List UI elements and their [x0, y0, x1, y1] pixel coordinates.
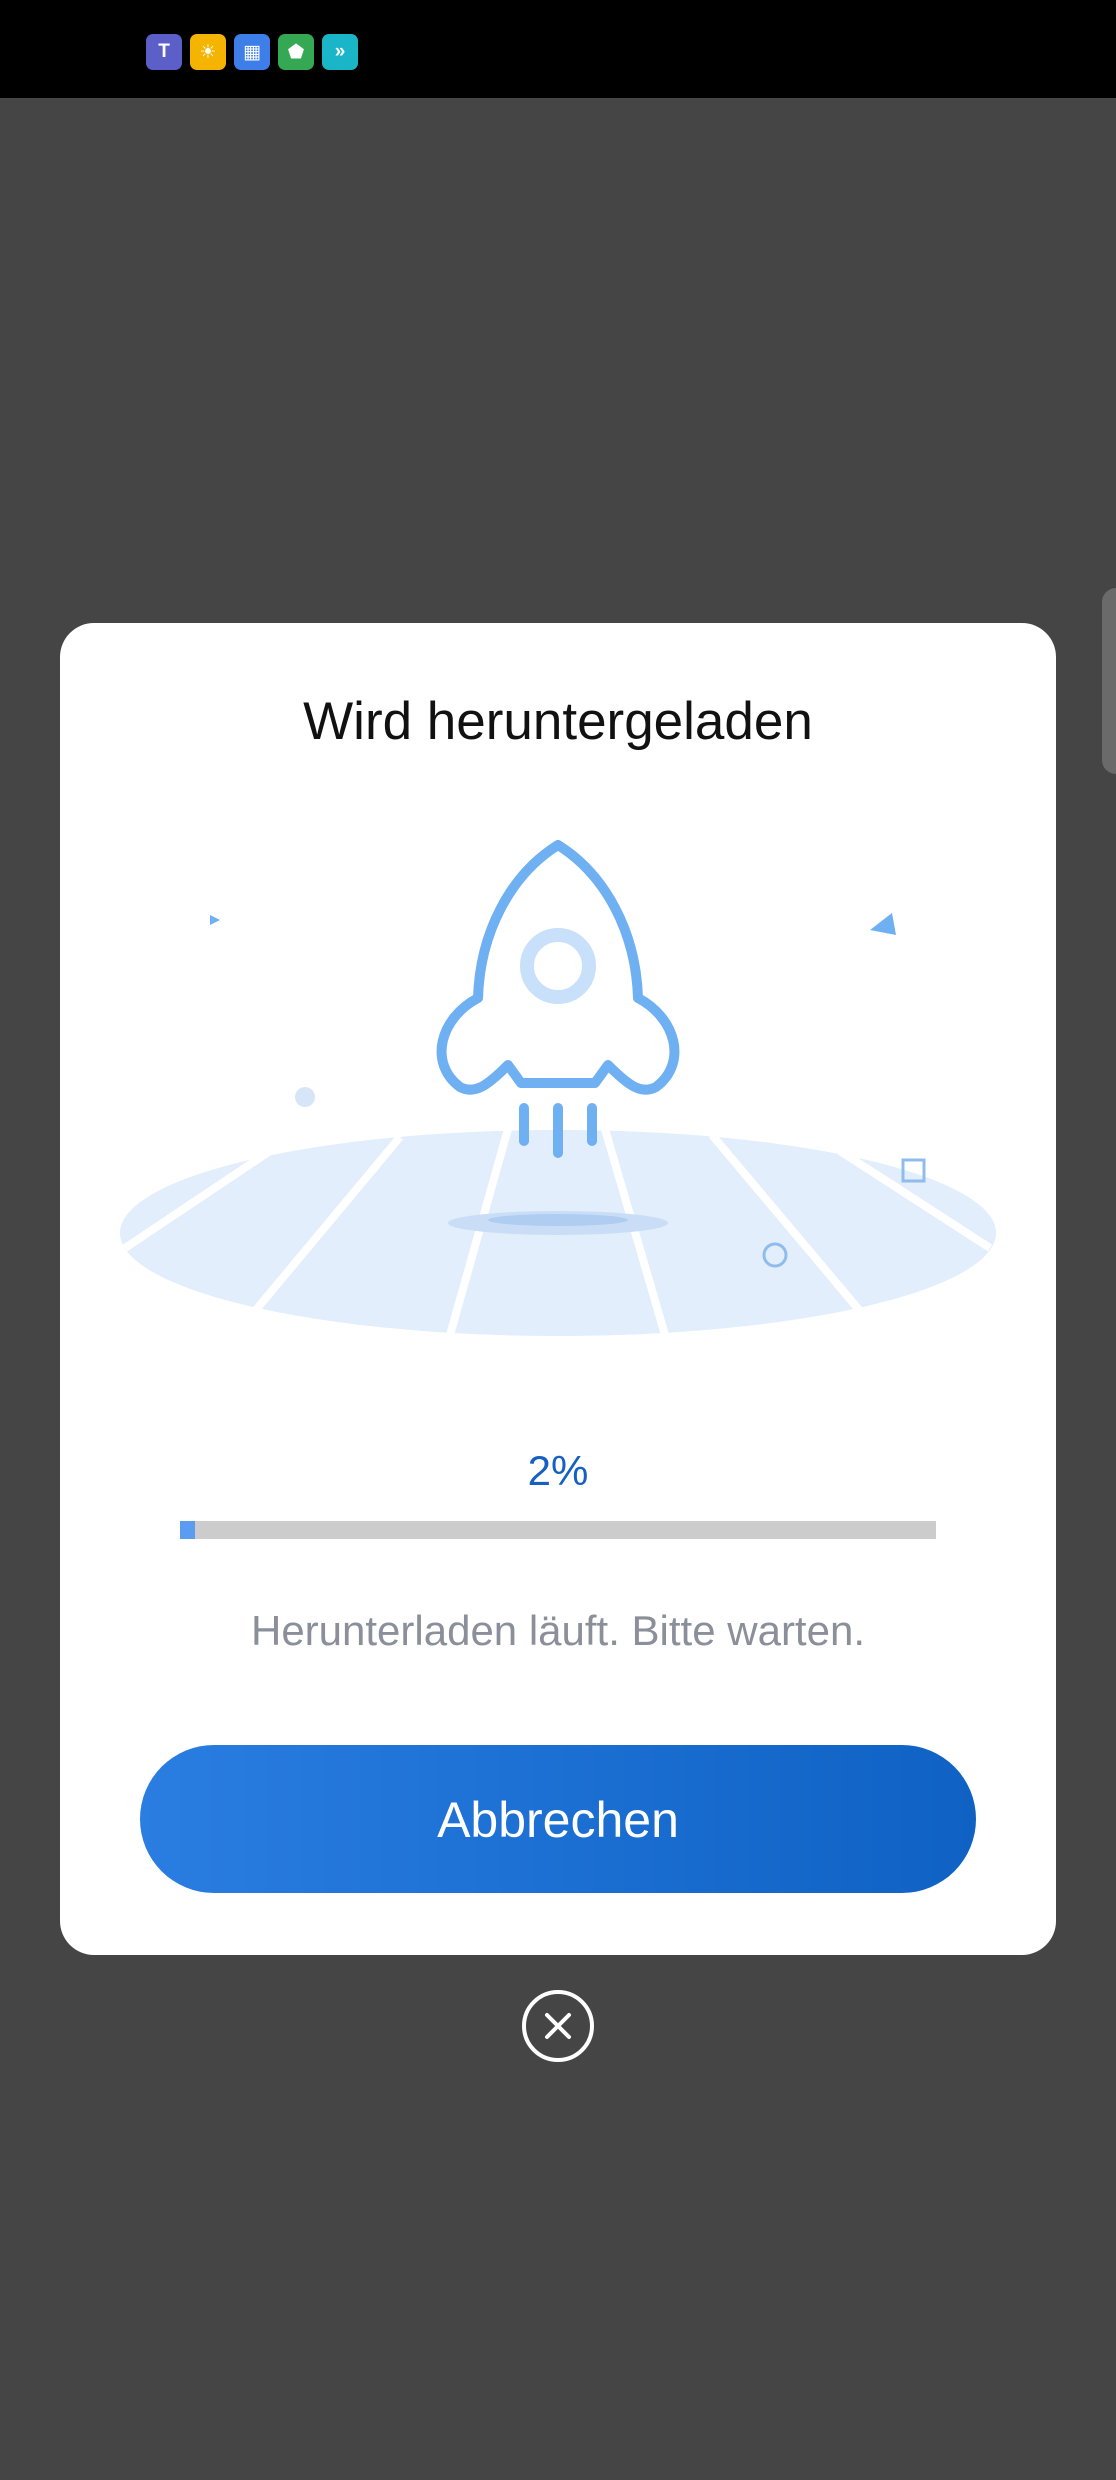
dialog-title: Wird heruntergeladen — [303, 692, 813, 751]
notification-icons: T ☀ ▦ ⬟» — [146, 34, 358, 70]
rocket-launch-illustration — [120, 840, 996, 1337]
progress-bar — [180, 1521, 936, 1539]
security-app-icon: ⬟ — [278, 34, 314, 70]
progress-percent: 2% — [527, 1447, 589, 1494]
calendar-app-icon: ▦ — [234, 34, 270, 70]
status-bar: T ☀ ▦ ⬟» — [0, 0, 1116, 98]
cancel-button[interactable]: Abbrechen — [140, 1745, 976, 1893]
progress-fill — [180, 1521, 196, 1539]
edge-panel-handle[interactable] — [1102, 588, 1116, 774]
download-status-message: Herunterladen läuft. Bitte warten. — [250, 1607, 865, 1654]
sun-app-icon: ☀ — [190, 34, 226, 70]
close-circle-icon[interactable] — [522, 1990, 594, 2062]
download-dialog: Wird heruntergeladen 2% Herunterladen lä… — [60, 623, 1056, 1955]
close-x-icon — [545, 2013, 571, 2039]
teams-icon: T — [146, 34, 182, 70]
arrow-app-icon: » — [322, 34, 358, 70]
